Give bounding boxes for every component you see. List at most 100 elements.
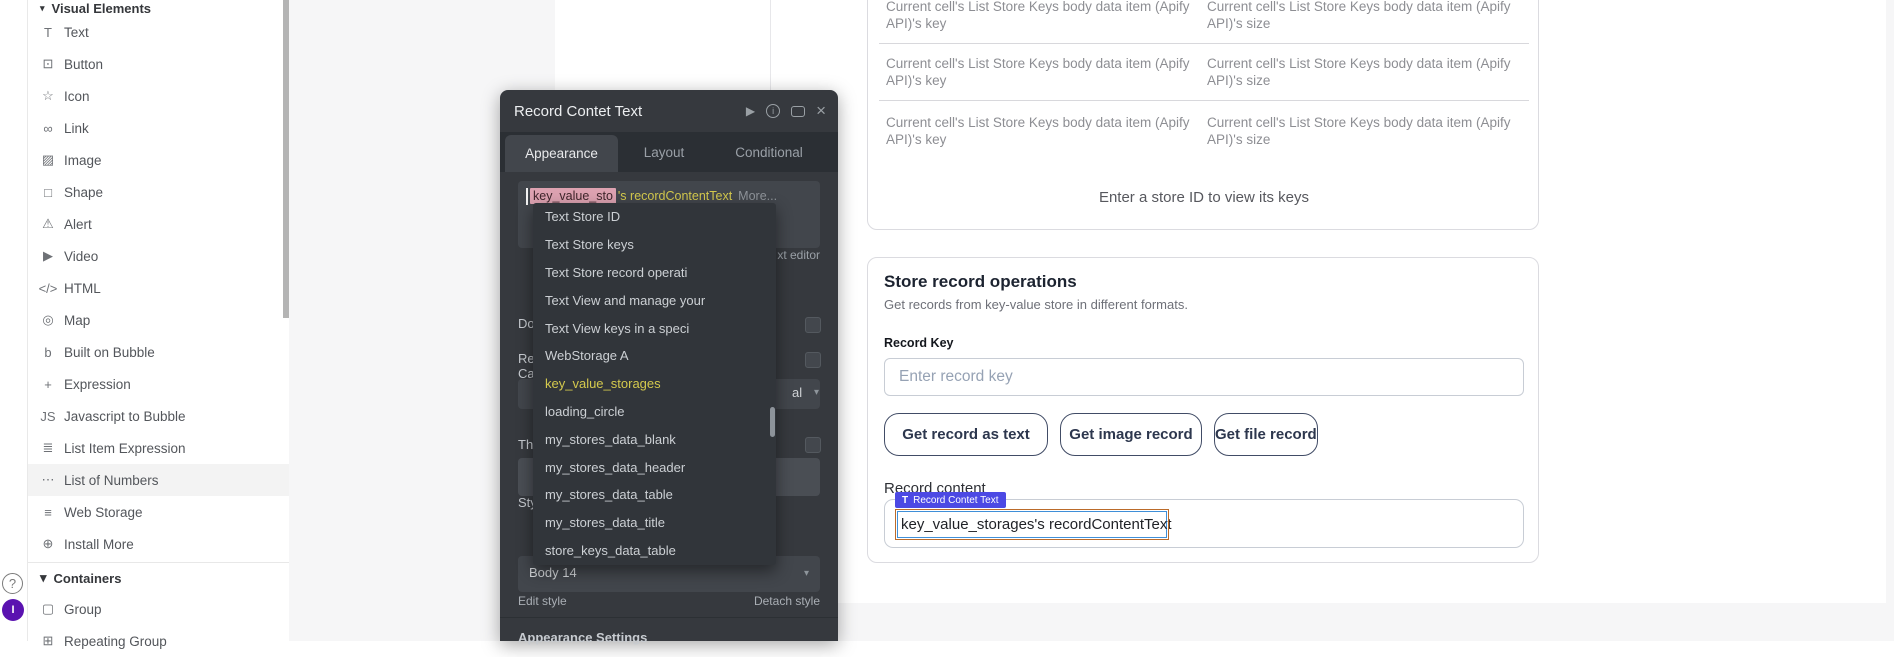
sidebar-item-label: Web Storage (64, 505, 143, 520)
sidebar-item-label: Video (64, 249, 98, 264)
dropdown-item[interactable]: Text Store keys (533, 231, 776, 259)
sidebar-item[interactable]: ⊡ Button (28, 48, 289, 80)
sidebar-item[interactable]: ⚠ Alert (28, 208, 289, 240)
checkbox[interactable] (805, 352, 821, 368)
group-icon: ▢ (38, 601, 58, 617)
elements-sidebar: ▾ Visual Elements T Text ⊡ Button ☆ Icon… (28, 0, 289, 641)
sidebar-item-label: Repeating Group (64, 634, 167, 649)
sidebar-item[interactable]: ◎ Map (28, 304, 289, 336)
keys-table-cell[interactable]: Current cell's List Store Keys body data… (1207, 55, 1512, 89)
option-label-fragment-th: Th (518, 437, 533, 452)
keys-table-cell[interactable]: Current cell's List Store Keys body data… (1207, 114, 1512, 148)
dropdown-item[interactable]: Text Store ID (533, 203, 776, 231)
sidebar-item[interactable]: ☆ Icon (28, 80, 289, 112)
keys-table-cell[interactable]: Current cell's List Store Keys body data… (886, 114, 1191, 148)
keys-table-cell[interactable]: Current cell's List Store Keys body data… (1207, 0, 1512, 32)
list-of-numbers-icon: ⋯ (38, 472, 58, 488)
checkbox[interactable] (805, 437, 821, 453)
sidebar-item[interactable]: ≣ List Item Expression (28, 432, 289, 464)
chip-label: Record Contet Text (913, 495, 998, 506)
record-key-input[interactable] (884, 358, 1524, 396)
expression-token-selected[interactable]: key_value_sto (530, 188, 616, 204)
dropdown-list: Text Store ID Text Store keys Text Store… (533, 203, 776, 564)
card-subtitle[interactable]: Get records from key-value store in diff… (884, 297, 1188, 312)
keys-empty-message[interactable]: Enter a store ID to view its keys (868, 189, 1540, 206)
list-item-expression-icon: ≣ (38, 440, 58, 456)
comment-icon[interactable] (791, 106, 805, 117)
dropdown-item[interactable]: key_value_storages (533, 370, 776, 398)
dropdown-item[interactable]: my_stores_data_blank (533, 425, 776, 453)
info-icon[interactable]: i (766, 104, 780, 118)
dropdown-item[interactable]: loading_circle (533, 398, 776, 426)
sidebar-item[interactable]: ▢ Group (28, 593, 289, 625)
store-keys-card: Current cell's List Store Keys body data… (867, 0, 1539, 230)
dropdown-item[interactable]: my_stores_data_header (533, 453, 776, 481)
tag-select-value-fragment: al (792, 385, 802, 400)
store-record-operations-card: Store record operations Get records from… (867, 257, 1539, 563)
shape-icon: □ (38, 185, 58, 200)
sidebar-item[interactable]: ▨ Image (28, 144, 289, 176)
card-title[interactable]: Store record operations (884, 272, 1077, 292)
sidebar-item-label: Expression (64, 377, 131, 392)
expression-more-link[interactable]: More... (738, 188, 777, 203)
button-icon: ⊡ (38, 56, 58, 72)
dropdown-item[interactable]: my_stores_data_title (533, 509, 776, 537)
sidebar-item[interactable]: ⊞ Repeating Group (28, 625, 289, 657)
page-guide-line (770, 0, 771, 90)
sidebar-item[interactable]: ≡ Web Storage (28, 496, 289, 528)
sidebar-item[interactable]: □ Shape (28, 176, 289, 208)
record-action-button[interactable]: Get file record (1214, 413, 1318, 456)
selected-text-element[interactable]: key_value_storages's recordContentText (897, 511, 1167, 538)
sidebar-item[interactable]: + Expression (28, 368, 289, 400)
detach-style-link[interactable]: Detach style (500, 594, 820, 608)
tab-conditional[interactable]: Conditional (734, 132, 804, 172)
section-label: Visual Elements (52, 1, 151, 16)
sidebar-item-label: Javascript to Bubble (64, 409, 186, 424)
section-visual-elements[interactable]: ▾ Visual Elements (28, 0, 289, 16)
image-icon: ▨ (38, 152, 58, 168)
keys-table-cell[interactable]: Current cell's List Store Keys body data… (886, 0, 1191, 32)
sidebar-item[interactable]: b Built on Bubble (28, 336, 289, 368)
tab-appearance[interactable]: Appearance (505, 135, 618, 172)
dropdown-item[interactable]: my_stores_data_table (533, 481, 776, 509)
alert-icon: ⚠ (38, 216, 58, 232)
chevron-down-icon: ▾ (40, 3, 45, 14)
record-action-button[interactable]: Get image record (1060, 413, 1202, 456)
preview-icon[interactable]: ▶ (746, 104, 755, 118)
panel-title: Record Contet Text (514, 103, 642, 120)
sidebar-item[interactable]: ▶ Video (28, 240, 289, 272)
checkbox[interactable] (805, 317, 821, 333)
text-element-icon: T (902, 495, 908, 506)
dropdown-item[interactable]: Text View keys in a speci (533, 314, 776, 342)
sidebar-item-label: Text (64, 25, 89, 40)
sidebar-item[interactable]: ⋯ List of Numbers (28, 464, 289, 496)
dropdown-scrollbar-thumb[interactable] (770, 407, 775, 437)
dropdown-item[interactable]: store_keys_data_table (533, 537, 776, 565)
sidebar-item[interactable]: T Text (28, 16, 289, 48)
sidebar-item[interactable]: ∞ Link (28, 112, 289, 144)
keys-table-cell[interactable]: Current cell's List Store Keys body data… (886, 55, 1191, 89)
sidebar-item-label: Built on Bubble (64, 345, 155, 360)
sidebar-item[interactable]: </> HTML (28, 272, 289, 304)
panel-header[interactable]: Record Contet Text ▶ i × (500, 90, 838, 132)
containers-list: ▢ Group ⊞ Repeating Group (28, 593, 289, 657)
close-icon[interactable]: × (816, 101, 826, 121)
sidebar-item[interactable]: JS Javascript to Bubble (28, 400, 289, 432)
dropdown-item[interactable]: WebStorage A (533, 342, 776, 370)
chevron-down-icon: ▾ (814, 387, 819, 398)
section-containers[interactable]: ▾ Containers (28, 563, 289, 593)
style-select-value: Body 14 (529, 565, 577, 580)
tab-layout[interactable]: Layout (641, 132, 687, 172)
sidebar-item-label: List of Numbers (64, 473, 159, 488)
selected-element-chip[interactable]: T Record Contet Text (895, 492, 1006, 508)
expression-suffix[interactable]: 's recordContentText (618, 188, 732, 203)
text-cursor (526, 188, 528, 205)
dropdown-item[interactable]: Text Store record operati (533, 259, 776, 287)
record-buttons-row: Get record as text Get image record Get … (884, 413, 1318, 456)
sidebar-item[interactable]: ⊕ Install More (28, 528, 289, 560)
record-action-button[interactable]: Get record as text (884, 413, 1048, 456)
help-icon[interactable]: ? (2, 573, 23, 594)
dropdown-item[interactable]: Text View and manage your (533, 286, 776, 314)
table-row-divider (879, 43, 1529, 44)
user-avatar[interactable]: I (2, 599, 24, 621)
